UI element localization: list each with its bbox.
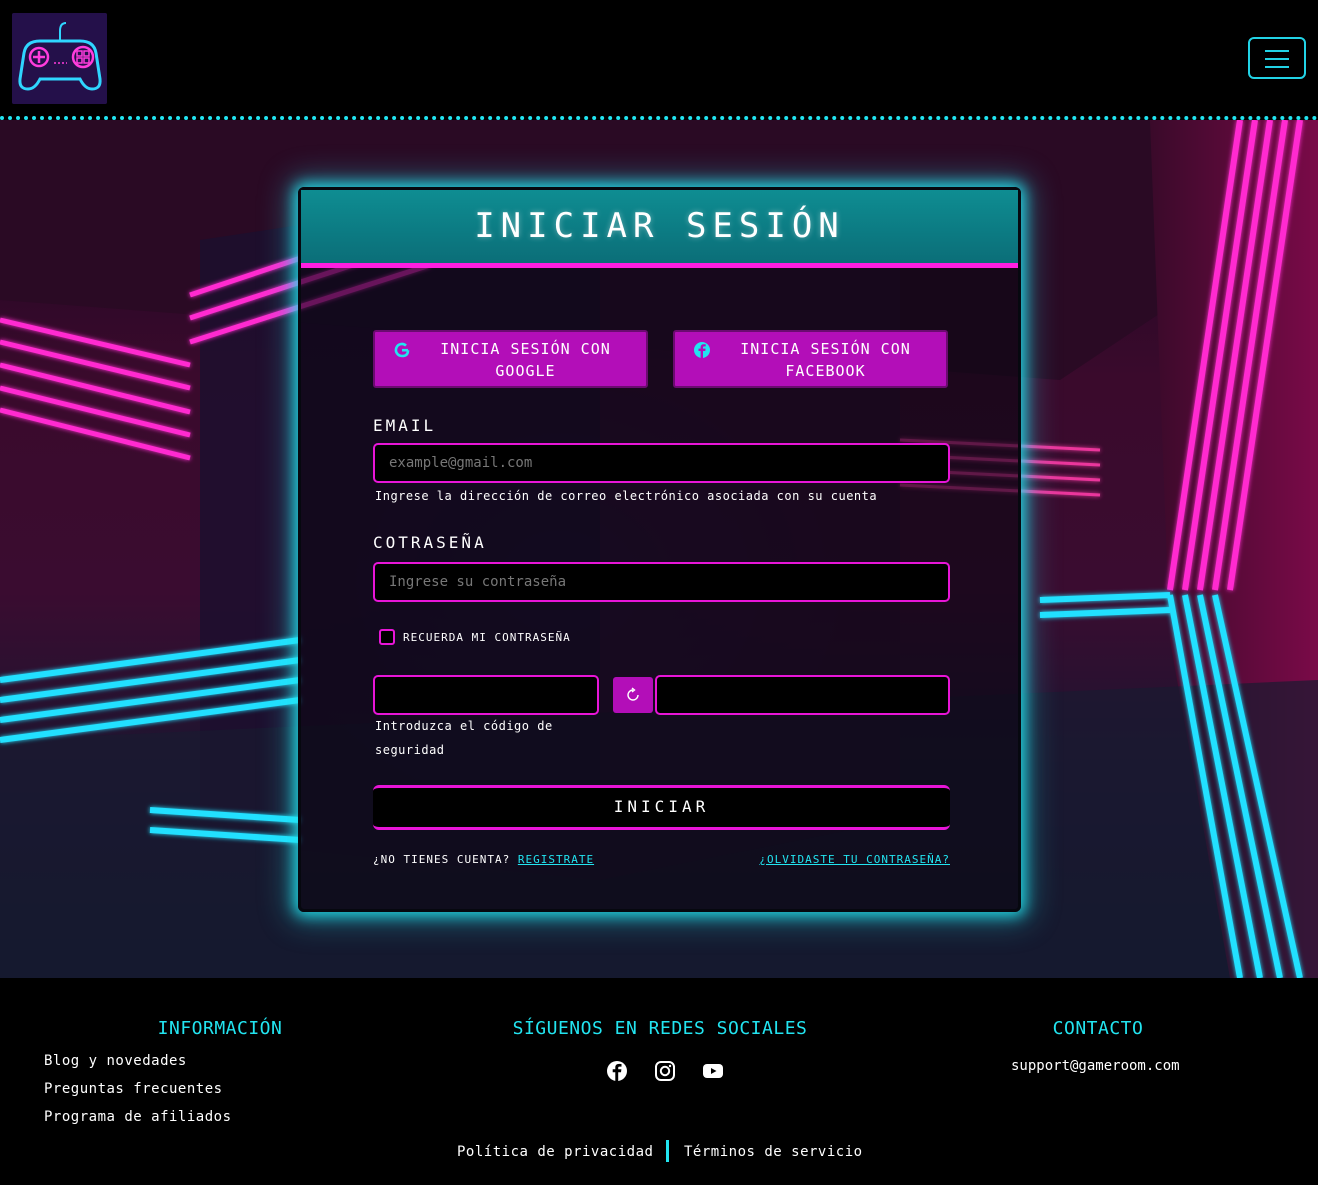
site-footer: INFORMACIÓN Blog y novedades Preguntas f… — [0, 978, 1318, 1185]
register-prompt: ¿NO TIENES CUENTA? REGISTRATE — [373, 853, 594, 866]
forgot-password-wrap: ¿OLVIDASTE TU CONTRASEÑA? — [759, 853, 950, 866]
register-link[interactable]: REGISTRATE — [518, 853, 594, 866]
captcha-image-box — [655, 675, 950, 715]
remember-label: RECUERDA MI CONTRASEÑA — [403, 631, 571, 644]
no-account-text: ¿NO TIENES CUENTA? — [373, 853, 511, 866]
captcha-help-text: Introduzca el código de seguridad — [375, 714, 553, 762]
footer-link-affiliates[interactable]: Programa de afiliados — [44, 1109, 232, 1125]
remember-checkbox[interactable] — [379, 629, 395, 645]
legal-divider — [666, 1140, 669, 1162]
captcha-help-line: seguridad — [375, 743, 445, 757]
forgot-password-link[interactable]: ¿OLVIDASTE TU CONTRASEÑA? — [759, 853, 950, 866]
contact-email[interactable]: support@gameroom.com — [1011, 1058, 1180, 1074]
menu-toggle-button[interactable] — [1248, 37, 1306, 79]
terms-of-service-link[interactable]: Términos de servicio — [684, 1144, 863, 1160]
hamburger-icon — [1265, 50, 1289, 52]
captcha-help-line: Introduzca el código de — [375, 719, 553, 733]
footer-link-faq[interactable]: Preguntas frecuentes — [44, 1081, 223, 1097]
google-login-button[interactable]: INICIA SESIÓN CON GOOGLE — [373, 330, 648, 388]
login-submit-button[interactable]: INICIAR — [373, 785, 950, 830]
social-heading: SÍGUENOS EN REDES SOCIALES — [512, 1018, 808, 1039]
google-login-label: INICIA SESIÓN CON GOOGLE — [440, 340, 611, 380]
gamepad-logo-icon[interactable] — [12, 13, 107, 104]
password-field[interactable]: Ingrese su contraseña — [373, 562, 950, 602]
login-card: INICIAR SESIÓN INICIA SESIÓN CON GOOGLE … — [298, 187, 1021, 912]
card-footer-links: ¿NO TIENES CUENTA? REGISTRATE ¿OLVIDASTE… — [373, 853, 950, 869]
page-title: INICIAR SESIÓN — [474, 206, 845, 246]
facebook-icon — [694, 342, 710, 358]
refresh-icon — [627, 687, 639, 701]
info-heading: INFORMACIÓN — [157, 1018, 283, 1039]
facebook-login-label: INICIA SESIÓN CON FACEBOOK — [740, 340, 911, 380]
site-header — [0, 0, 1318, 120]
facebook-icon[interactable] — [606, 1060, 628, 1082]
youtube-icon[interactable] — [702, 1060, 724, 1082]
hamburger-icon-line — [1265, 66, 1289, 68]
captcha-input[interactable] — [373, 675, 599, 715]
captcha-refresh-button[interactable] — [613, 677, 653, 713]
hamburger-icon-line — [1265, 58, 1289, 60]
email-field[interactable]: example@gmail.com — [373, 443, 950, 483]
privacy-policy-link[interactable]: Política de privacidad — [457, 1144, 653, 1160]
contact-heading: CONTACTO — [1052, 1018, 1144, 1039]
email-help-text: Ingrese la dirección de correo electróni… — [375, 489, 878, 503]
instagram-icon[interactable] — [654, 1060, 676, 1082]
password-label: COTRASEÑA — [373, 533, 487, 552]
footer-link-blog[interactable]: Blog y novedades — [44, 1053, 187, 1069]
google-icon — [394, 342, 410, 358]
facebook-login-button[interactable]: INICIA SESIÓN CON FACEBOOK — [673, 330, 948, 388]
login-card-header: INICIAR SESIÓN — [301, 190, 1018, 268]
email-label: EMAIL — [373, 416, 437, 435]
